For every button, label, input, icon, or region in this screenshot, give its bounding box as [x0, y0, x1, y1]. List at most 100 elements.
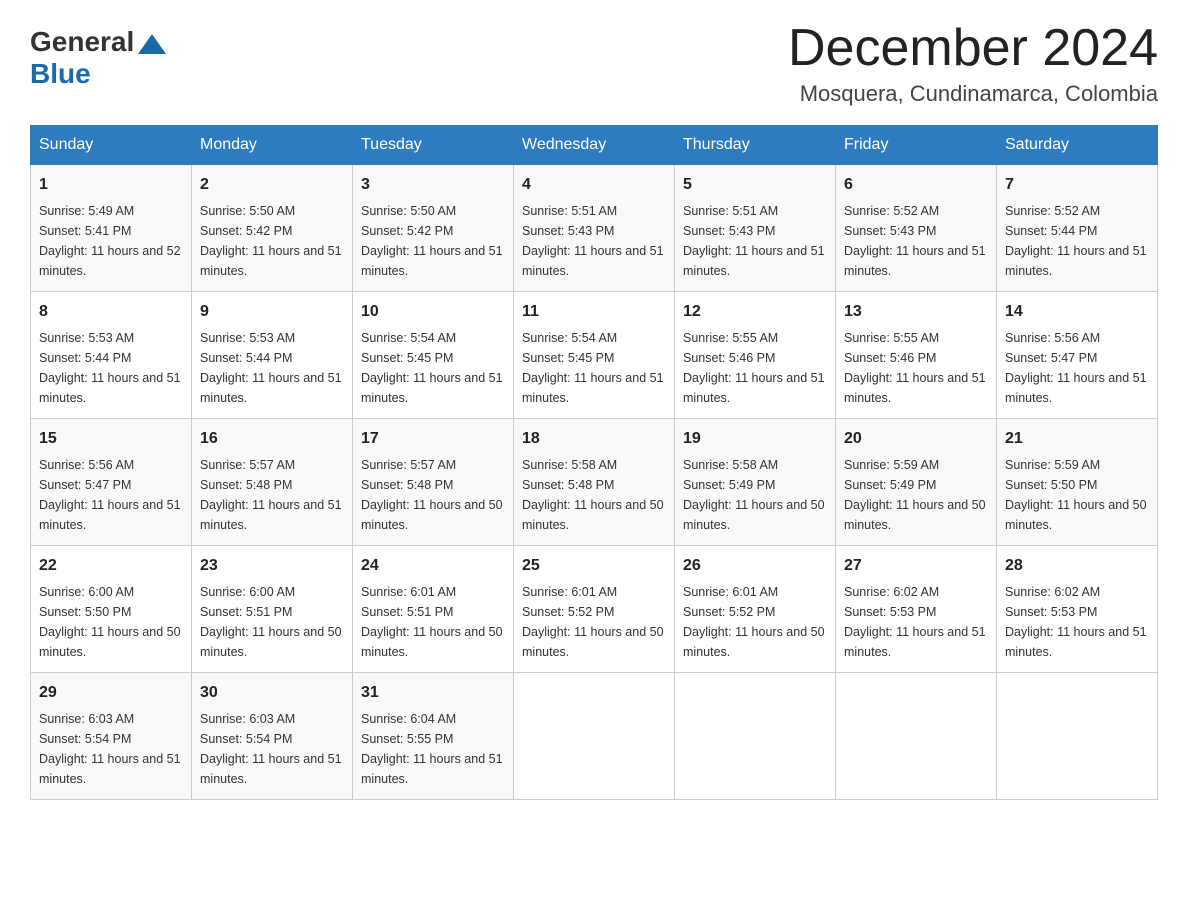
day-number: 17	[361, 427, 505, 451]
day-number: 22	[39, 554, 183, 578]
day-number: 5	[683, 173, 827, 197]
calendar-cell: 19 Sunrise: 5:58 AMSunset: 5:49 PMDayligh…	[675, 419, 836, 546]
day-number: 2	[200, 173, 344, 197]
day-info: Sunrise: 5:53 AMSunset: 5:44 PMDaylight:…	[200, 328, 344, 408]
day-number: 27	[844, 554, 988, 578]
header-monday: Monday	[192, 126, 353, 165]
header-tuesday: Tuesday	[353, 126, 514, 165]
calendar-cell: 24 Sunrise: 6:01 AMSunset: 5:51 PMDayligh…	[353, 546, 514, 673]
day-number: 3	[361, 173, 505, 197]
day-info: Sunrise: 6:03 AMSunset: 5:54 PMDaylight:…	[39, 709, 183, 789]
day-number: 31	[361, 681, 505, 705]
day-number: 24	[361, 554, 505, 578]
day-number: 4	[522, 173, 666, 197]
calendar-cell: 6Sunrise: 5:52 AMSunset: 5:43 PMDaylight…	[836, 165, 997, 292]
logo-triangle-icon	[138, 34, 166, 54]
calendar-cell: 10 Sunrise: 5:54 AMSunset: 5:45 PMDayligh…	[353, 292, 514, 419]
day-info: Sunrise: 5:58 AMSunset: 5:49 PMDaylight:…	[683, 455, 827, 535]
day-info: Sunrise: 6:00 AMSunset: 5:50 PMDaylight:…	[39, 582, 183, 662]
day-info: Sunrise: 6:01 AMSunset: 5:52 PMDaylight:…	[683, 582, 827, 662]
header-sunday: Sunday	[31, 126, 192, 165]
day-info: Sunrise: 6:01 AMSunset: 5:52 PMDaylight:…	[522, 582, 666, 662]
header-friday: Friday	[836, 126, 997, 165]
calendar-cell: 26 Sunrise: 6:01 AMSunset: 5:52 PMDayligh…	[675, 546, 836, 673]
logo-general-text: General	[30, 26, 134, 58]
calendar-cell: 14 Sunrise: 5:56 AMSunset: 5:47 PMDayligh…	[997, 292, 1158, 419]
calendar-cell: 13Sunrise: 5:55 AMSunset: 5:46 PMDayligh…	[836, 292, 997, 419]
day-info: Sunrise: 5:51 AMSunset: 5:43 PMDaylight:…	[522, 201, 666, 281]
day-info: Sunrise: 5:50 AMSunset: 5:42 PMDaylight:…	[200, 201, 344, 281]
day-number: 16	[200, 427, 344, 451]
day-number: 12	[683, 300, 827, 324]
day-info: Sunrise: 5:54 AMSunset: 5:45 PMDaylight:…	[361, 328, 505, 408]
calendar-cell: 28 Sunrise: 6:02 AMSunset: 5:53 PMDayligh…	[997, 546, 1158, 673]
day-info: Sunrise: 5:56 AMSunset: 5:47 PMDaylight:…	[1005, 328, 1149, 408]
page-header: General Blue December 2024 Mosquera, Cun…	[30, 20, 1158, 107]
calendar-week-row: 29Sunrise: 6:03 AMSunset: 5:54 PMDayligh…	[31, 673, 1158, 800]
calendar-cell: 27Sunrise: 6:02 AMSunset: 5:53 PMDayligh…	[836, 546, 997, 673]
logo: General Blue	[30, 26, 166, 90]
day-number: 7	[1005, 173, 1149, 197]
day-number: 19	[683, 427, 827, 451]
header-wednesday: Wednesday	[514, 126, 675, 165]
calendar-cell	[514, 673, 675, 800]
calendar-cell: 17 Sunrise: 5:57 AMSunset: 5:48 PMDayligh…	[353, 419, 514, 546]
day-info: Sunrise: 6:00 AMSunset: 5:51 PMDaylight:…	[200, 582, 344, 662]
day-number: 26	[683, 554, 827, 578]
calendar-cell: 30 Sunrise: 6:03 AMSunset: 5:54 PMDayligh…	[192, 673, 353, 800]
header-saturday: Saturday	[997, 126, 1158, 165]
calendar-cell: 21 Sunrise: 5:59 AMSunset: 5:50 PMDayligh…	[997, 419, 1158, 546]
day-number: 10	[361, 300, 505, 324]
day-info: Sunrise: 6:03 AMSunset: 5:54 PMDaylight:…	[200, 709, 344, 789]
day-number: 21	[1005, 427, 1149, 451]
day-number: 25	[522, 554, 666, 578]
calendar-cell: 1Sunrise: 5:49 AMSunset: 5:41 PMDaylight…	[31, 165, 192, 292]
day-info: Sunrise: 5:55 AMSunset: 5:46 PMDaylight:…	[683, 328, 827, 408]
calendar-cell	[997, 673, 1158, 800]
day-number: 6	[844, 173, 988, 197]
location-subtitle: Mosquera, Cundinamarca, Colombia	[788, 81, 1158, 107]
calendar-cell	[836, 673, 997, 800]
calendar-cell: 23 Sunrise: 6:00 AMSunset: 5:51 PMDayligh…	[192, 546, 353, 673]
calendar-week-row: 8Sunrise: 5:53 AMSunset: 5:44 PMDaylight…	[31, 292, 1158, 419]
calendar-cell	[675, 673, 836, 800]
calendar-cell: 18 Sunrise: 5:58 AMSunset: 5:48 PMDayligh…	[514, 419, 675, 546]
day-info: Sunrise: 5:52 AMSunset: 5:44 PMDaylight:…	[1005, 201, 1149, 281]
calendar-cell: 5 Sunrise: 5:51 AMSunset: 5:43 PMDaylight…	[675, 165, 836, 292]
day-info: Sunrise: 5:58 AMSunset: 5:48 PMDaylight:…	[522, 455, 666, 535]
calendar-cell: 22 Sunrise: 6:00 AMSunset: 5:50 PMDayligh…	[31, 546, 192, 673]
day-info: Sunrise: 5:59 AMSunset: 5:49 PMDaylight:…	[844, 455, 988, 535]
day-info: Sunrise: 5:51 AMSunset: 5:43 PMDaylight:…	[683, 201, 827, 281]
calendar-cell: 31 Sunrise: 6:04 AMSunset: 5:55 PMDayligh…	[353, 673, 514, 800]
calendar-cell: 29Sunrise: 6:03 AMSunset: 5:54 PMDayligh…	[31, 673, 192, 800]
calendar-cell: 8Sunrise: 5:53 AMSunset: 5:44 PMDaylight…	[31, 292, 192, 419]
calendar-cell: 20 Sunrise: 5:59 AMSunset: 5:49 PMDayligh…	[836, 419, 997, 546]
day-number: 14	[1005, 300, 1149, 324]
day-info: Sunrise: 5:50 AMSunset: 5:42 PMDaylight:…	[361, 201, 505, 281]
day-number: 15	[39, 427, 183, 451]
day-number: 18	[522, 427, 666, 451]
month-title: December 2024	[788, 20, 1158, 77]
day-info: Sunrise: 5:53 AMSunset: 5:44 PMDaylight:…	[39, 328, 183, 408]
day-info: Sunrise: 5:49 AMSunset: 5:41 PMDaylight:…	[39, 201, 183, 281]
day-number: 28	[1005, 554, 1149, 578]
day-number: 11	[522, 300, 666, 324]
day-info: Sunrise: 6:04 AMSunset: 5:55 PMDaylight:…	[361, 709, 505, 789]
calendar-week-row: 22 Sunrise: 6:00 AMSunset: 5:50 PMDayligh…	[31, 546, 1158, 673]
calendar-cell: 15Sunrise: 5:56 AMSunset: 5:47 PMDayligh…	[31, 419, 192, 546]
calendar-cell: 12 Sunrise: 5:55 AMSunset: 5:46 PMDayligh…	[675, 292, 836, 419]
day-info: Sunrise: 6:01 AMSunset: 5:51 PMDaylight:…	[361, 582, 505, 662]
day-info: Sunrise: 6:02 AMSunset: 5:53 PMDaylight:…	[1005, 582, 1149, 662]
day-number: 13	[844, 300, 988, 324]
day-info: Sunrise: 5:59 AMSunset: 5:50 PMDaylight:…	[1005, 455, 1149, 535]
day-number: 20	[844, 427, 988, 451]
header-thursday: Thursday	[675, 126, 836, 165]
day-info: Sunrise: 5:57 AMSunset: 5:48 PMDaylight:…	[361, 455, 505, 535]
calendar-week-row: 15Sunrise: 5:56 AMSunset: 5:47 PMDayligh…	[31, 419, 1158, 546]
calendar-week-row: 1Sunrise: 5:49 AMSunset: 5:41 PMDaylight…	[31, 165, 1158, 292]
calendar-cell: 16Sunrise: 5:57 AMSunset: 5:48 PMDayligh…	[192, 419, 353, 546]
day-number: 23	[200, 554, 344, 578]
day-number: 30	[200, 681, 344, 705]
calendar-cell: 25 Sunrise: 6:01 AMSunset: 5:52 PMDayligh…	[514, 546, 675, 673]
calendar-cell: 2 Sunrise: 5:50 AMSunset: 5:42 PMDaylight…	[192, 165, 353, 292]
